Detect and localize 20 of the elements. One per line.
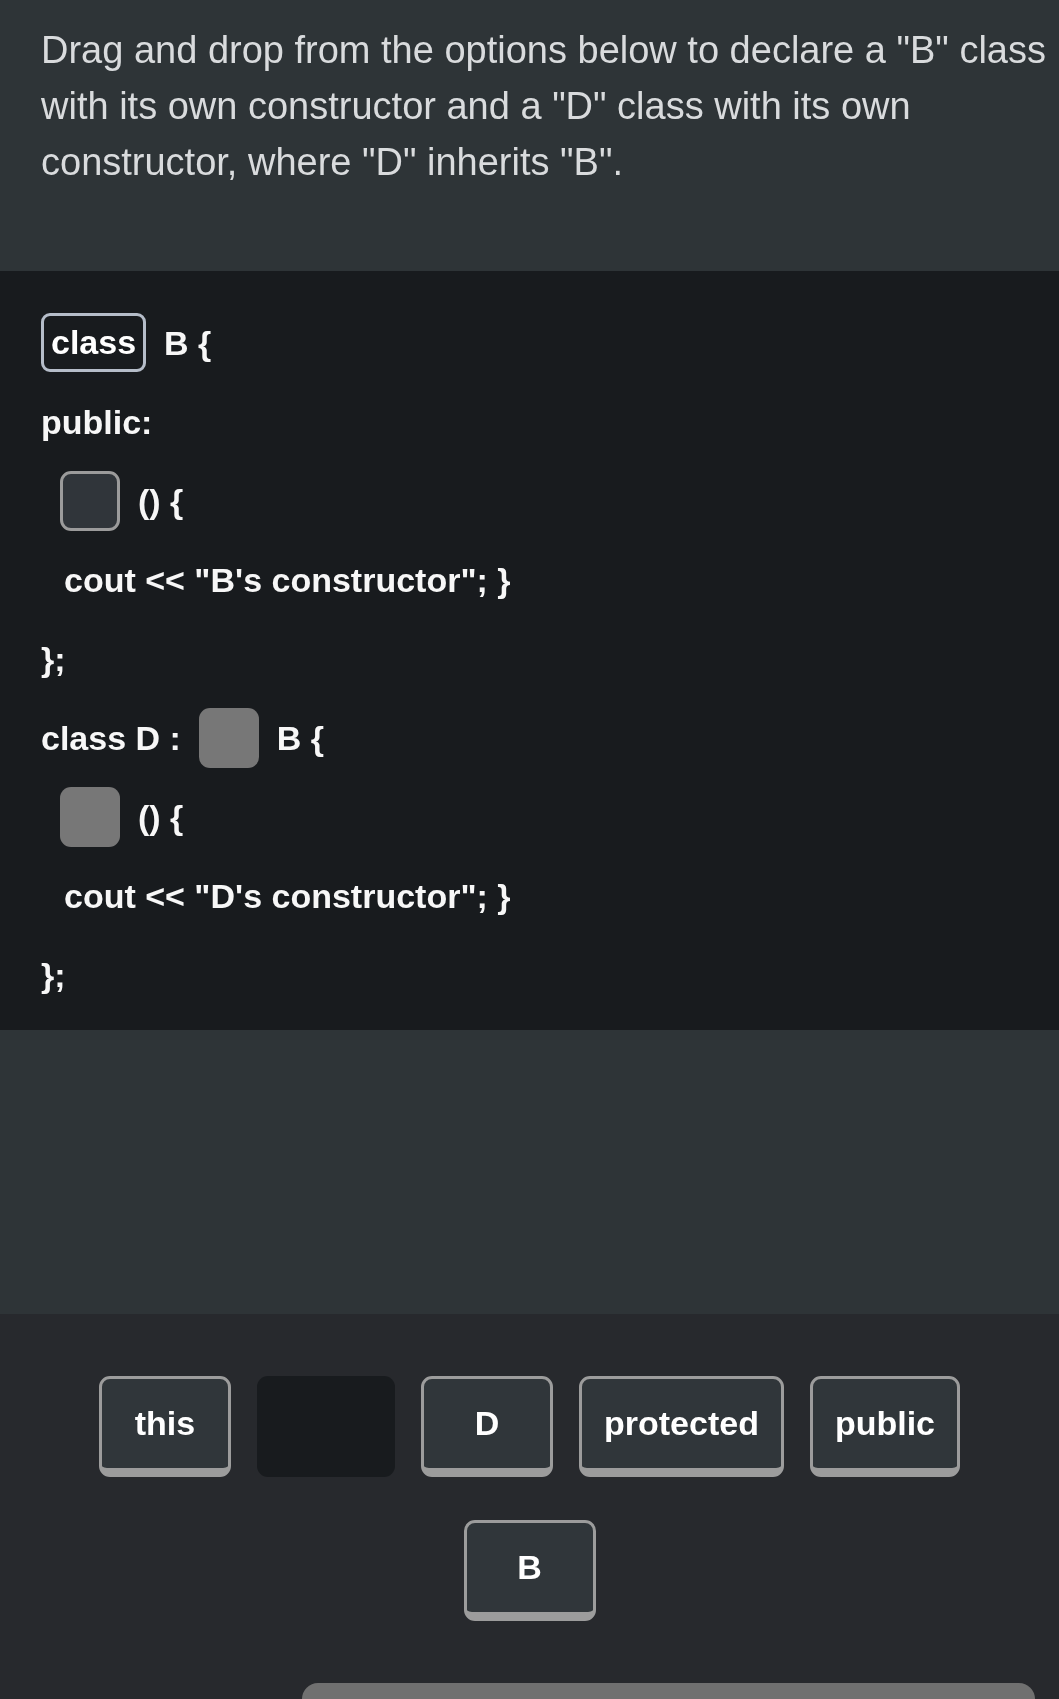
- option-chip[interactable]: B: [463, 1520, 596, 1621]
- code-text: cout << "D's constructor"; }: [64, 875, 511, 916]
- code-text: cout << "B's constructor"; }: [64, 559, 511, 600]
- code-text: class D :: [41, 717, 181, 758]
- code-text: };: [41, 638, 66, 679]
- prompt-text: Drag and drop from the options below to declare a "B" class with its own constructor and a "D" class with its own constructor, where "D" inherits "B".: [41, 28, 1047, 185]
- code-text: B {: [164, 322, 212, 363]
- code-text: () {: [138, 480, 184, 521]
- drop-slot[interactable]: [60, 470, 120, 531]
- drop-slot[interactable]: [60, 786, 120, 847]
- code-text: () {: [138, 796, 184, 837]
- drop-slot[interactable]: [198, 707, 259, 768]
- option-chip[interactable]: protected: [579, 1376, 784, 1477]
- option-chip[interactable]: this: [99, 1376, 231, 1477]
- code-text: };: [41, 954, 66, 995]
- code-text: B {: [276, 717, 325, 758]
- code-text: public:: [41, 401, 153, 442]
- option-chip[interactable]: D: [421, 1376, 553, 1477]
- option-chip[interactable]: public: [809, 1376, 960, 1477]
- answer-chip[interactable]: class: [41, 313, 147, 372]
